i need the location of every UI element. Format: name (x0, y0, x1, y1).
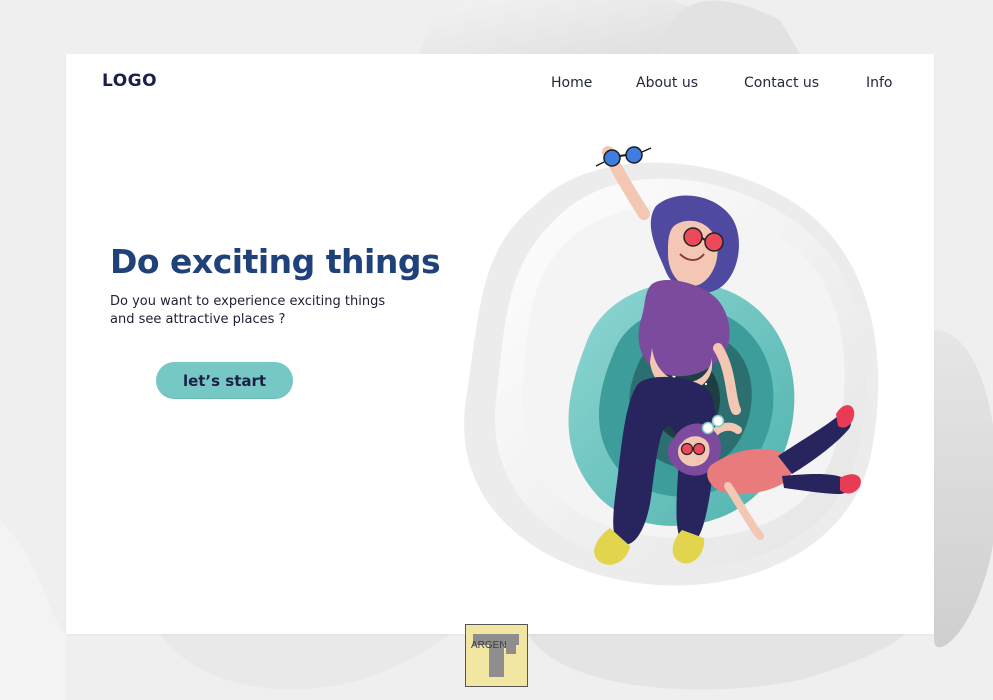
watermark: ARGEN (465, 624, 528, 687)
watermark-icon: ARGEN (465, 624, 528, 687)
hero-subtitle-line2: and see attractive places ? (110, 311, 286, 327)
watermark-text: ARGEN (471, 640, 507, 651)
nav-info[interactable]: Info (866, 75, 893, 91)
travel-illustration-icon (464, 146, 879, 586)
hero-subtitle: Do you want to experience exciting thing… (110, 293, 400, 328)
hero-title: Do exciting things (110, 242, 441, 281)
lets-start-button[interactable]: let’s start (156, 362, 293, 399)
star-dot (704, 382, 708, 386)
hero-subtitle-line1: Do you want to experience exciting thing… (110, 294, 386, 309)
nav-contact-us[interactable]: Contact us (744, 75, 819, 91)
nav-about-us[interactable]: About us (636, 75, 698, 91)
logo[interactable]: LOGO (102, 71, 157, 91)
nav-home[interactable]: Home (551, 75, 592, 91)
landing-page-card: LOGO Home About us Contact us Info Do ex… (66, 54, 934, 634)
